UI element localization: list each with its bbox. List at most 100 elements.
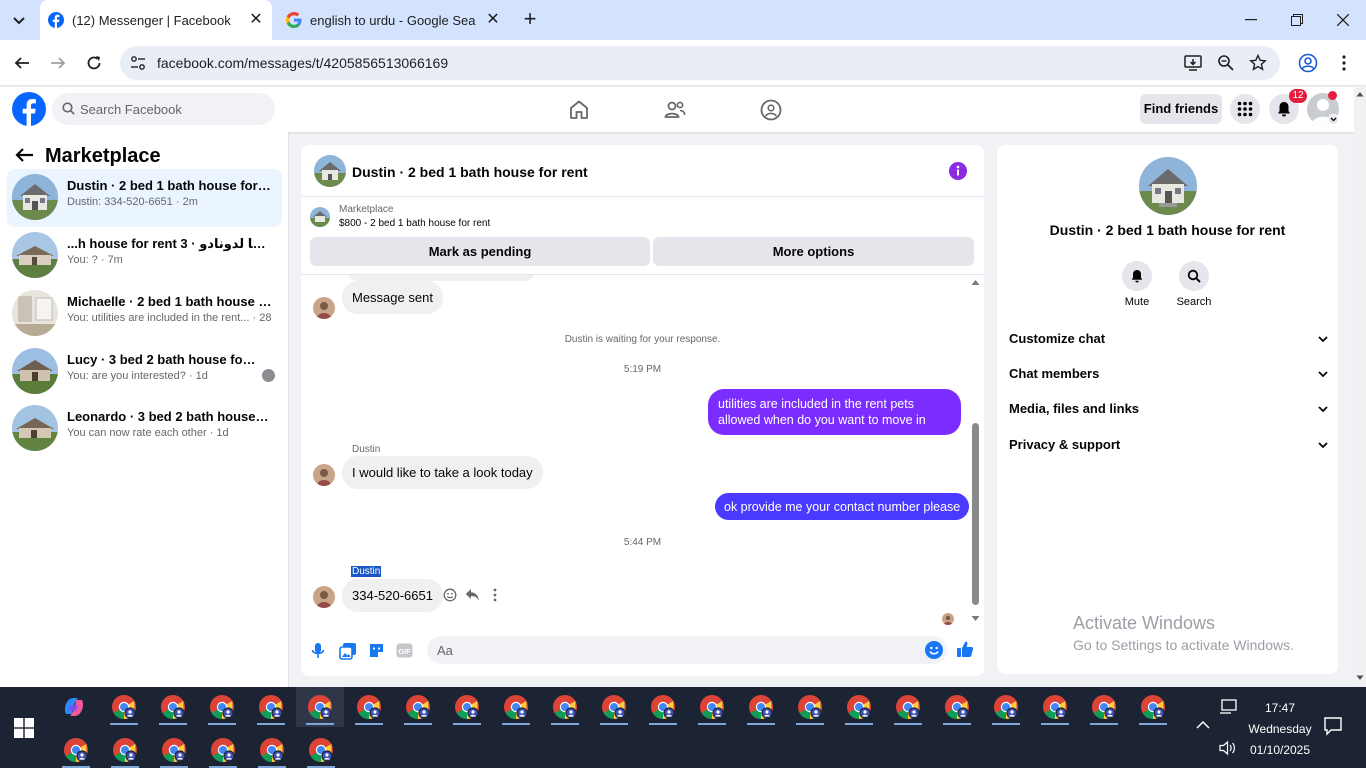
voice-clip-icon[interactable] [311,642,325,660]
listing-profile-photo[interactable] [1139,157,1197,215]
message-thread[interactable]: Message sent Dustin is waiting for your … [301,275,984,628]
media-files-links-section[interactable]: Media, files and links [1009,401,1329,421]
sender-avatar[interactable] [313,586,335,608]
attach-photo-icon[interactable] [339,642,357,660]
chrome-window-icon[interactable] [1080,687,1128,727]
action-center-icon[interactable] [1323,716,1343,736]
chrome-window-icon[interactable] [639,687,687,727]
forward-icon[interactable] [44,49,72,77]
react-emoji-icon[interactable] [443,588,457,602]
chrome-window-icon[interactable] [248,730,296,768]
account-chevron-down-icon[interactable] [1328,114,1339,125]
close-window-icon[interactable] [1320,0,1366,40]
chrome-window-icon[interactable] [590,687,638,727]
windows-start-icon[interactable] [14,718,34,738]
sticker-icon[interactable] [368,642,385,659]
facebook-search-input[interactable]: Search Facebook [52,93,275,125]
gif-icon[interactable]: GIF [396,643,413,658]
profile-icon[interactable] [1294,49,1322,77]
find-friends-button[interactable]: Find friends [1140,94,1222,124]
chrome-window-icon[interactable] [786,687,834,727]
tab-messenger[interactable]: (12) Messenger | Facebook ✕ [40,0,272,40]
like-thumb-icon[interactable] [956,640,974,658]
tab-close-icon[interactable]: ✕ [483,10,503,30]
facebook-logo-icon[interactable] [12,92,46,126]
tab-search-icon[interactable] [8,10,30,32]
chrome-window-icon[interactable] [541,687,589,727]
chrome-window-icon[interactable] [1031,687,1079,727]
message-input[interactable]: Aa [427,636,947,664]
search-in-conversation-button[interactable]: Search [1170,261,1218,308]
sender-avatar[interactable] [313,297,335,319]
address-bar[interactable]: facebook.com/messages/t/4205856513066169 [120,46,1280,80]
more-options-button[interactable]: More options [653,237,974,266]
incoming-message[interactable]: 334-520-6651 [342,579,443,612]
mute-button[interactable]: Mute [1113,261,1161,308]
site-info-icon[interactable] [130,55,146,71]
conversation-item[interactable]: Michaelle · 2 bed 1 bath house for ... Y… [7,285,282,343]
reply-icon[interactable] [465,588,480,602]
friends-icon[interactable] [663,98,687,122]
emoji-icon[interactable] [925,641,943,659]
chrome-window-icon[interactable] [149,687,197,727]
conversation-item[interactable]: ...h house for rent 3 · ارنولد ما لدوناد… [7,227,282,285]
chrome-window-icon[interactable] [492,687,540,727]
show-hidden-icons-chevron-icon[interactable] [1196,720,1210,730]
info-icon[interactable] [949,162,967,180]
chrome-window-icon[interactable] [1129,687,1177,727]
chrome-window-icon[interactable] [443,687,491,727]
chrome-window-icon[interactable] [199,730,247,768]
url-text[interactable]: facebook.com/messages/t/4205856513066169 [157,55,448,71]
chrome-window-icon[interactable] [982,687,1030,727]
incoming-message[interactable]: Message sent [342,281,443,314]
chrome-window-icon[interactable] [737,687,785,727]
listing-thumbnail[interactable] [310,207,330,227]
conversation-item[interactable]: Leonardo · 3 bed 2 bath house for ... Yo… [7,400,282,458]
chat-members-section[interactable]: Chat members [1009,366,1329,386]
mark-as-pending-button[interactable]: Mark as pending [310,237,650,266]
new-tab-plus-icon[interactable]: + [520,8,540,30]
chrome-window-icon[interactable] [688,687,736,727]
chrome-window-icon[interactable] [835,687,883,727]
volume-icon[interactable] [1219,740,1237,756]
chat-avatar[interactable] [314,155,346,187]
chat-title[interactable]: Dustin · 2 bed 1 bath house for rent [352,164,588,180]
bookmark-star-icon[interactable] [1249,54,1267,72]
reload-icon[interactable] [80,49,108,77]
listing-price-title[interactable]: $800 - 2 bed 1 bath house for rent [339,218,490,229]
conversation-item[interactable]: Lucy · 3 bed 2 bath house for rent You: … [7,343,282,401]
page-scrollbar[interactable] [1354,87,1366,687]
copilot-app-icon[interactable] [50,687,98,727]
home-icon[interactable] [567,98,591,122]
chrome-window-icon[interactable] [198,687,246,727]
chrome-window-icon[interactable] [933,687,981,727]
back-icon[interactable] [8,49,36,77]
install-app-icon[interactable] [1184,54,1202,72]
chrome-window-icon[interactable] [247,687,295,727]
chrome-window-icon[interactable] [101,730,149,768]
privacy-support-section[interactable]: Privacy & support [1009,437,1329,457]
scrollbar-thumb[interactable] [972,423,979,605]
chrome-window-icon[interactable] [297,730,345,768]
customize-chat-section[interactable]: Customize chat [1009,331,1329,351]
chrome-window-icon[interactable] [100,687,148,727]
outgoing-message[interactable]: ok provide me your contact number please [715,493,970,520]
chrome-window-icon[interactable] [52,730,100,768]
outgoing-message[interactable]: utilities are included in the rent pets … [708,389,961,435]
chrome-window-icon[interactable] [345,687,393,727]
chrome-window-icon[interactable] [296,687,344,727]
sender-avatar[interactable] [313,464,335,486]
zoom-icon[interactable] [1217,54,1235,72]
tab-google-search[interactable]: english to urdu - Google Search ✕ [278,4,508,36]
minimize-icon[interactable] [1228,0,1274,40]
back-arrow-icon[interactable] [14,147,34,163]
groups-icon[interactable] [759,98,783,122]
tab-close-icon[interactable]: ✕ [246,10,266,30]
conversation-item[interactable]: Dustin · 2 bed 1 bath house for rent Dus… [7,169,282,227]
chrome-window-icon[interactable] [884,687,932,727]
incoming-message[interactable]: I would like to take a look today [342,456,543,489]
menu-grid-icon[interactable] [1230,94,1260,124]
message-more-icon[interactable] [493,588,497,602]
browser-menu-icon[interactable] [1330,49,1358,77]
network-icon[interactable] [1219,699,1237,715]
